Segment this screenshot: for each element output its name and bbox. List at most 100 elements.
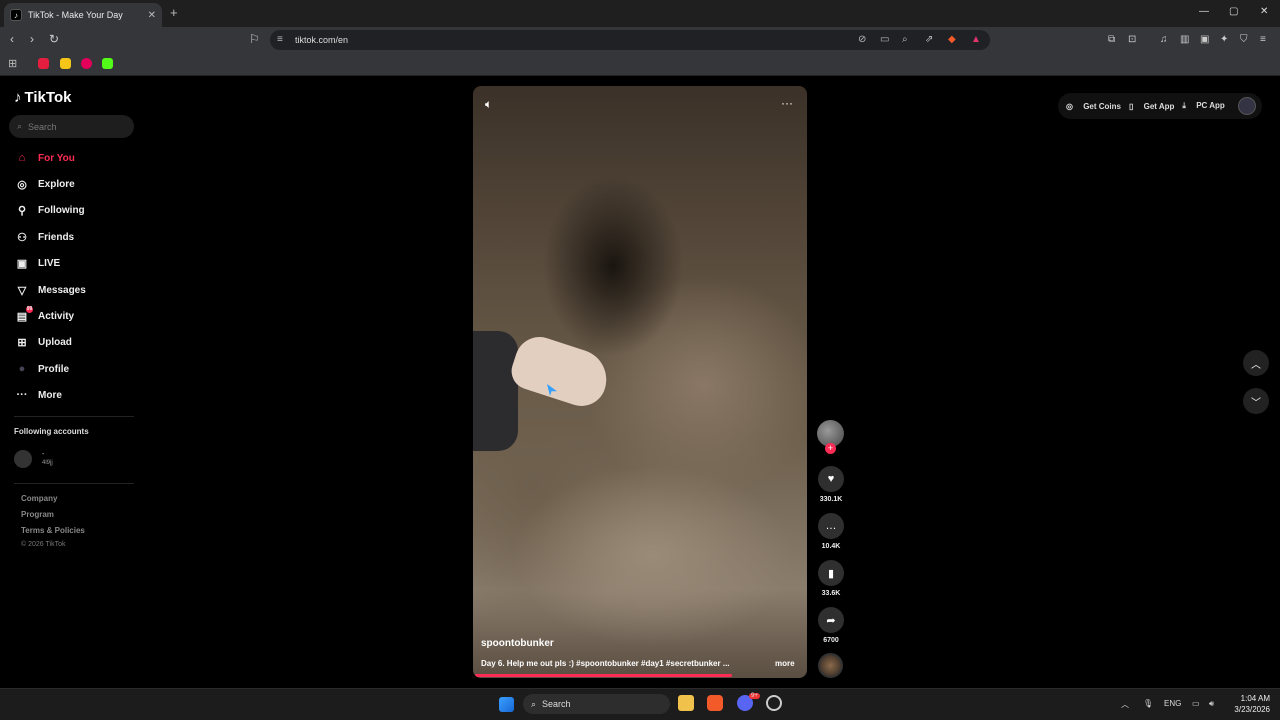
sidebar-item-messages[interactable]: ▽ Messages (14, 280, 134, 300)
following-account-avatar[interactable] (14, 450, 32, 468)
site-info-icon[interactable]: ≡ (277, 34, 283, 45)
header-actions: ◎ Get Coins ▯ Get App ⤓ PC App (1058, 93, 1262, 119)
brave-shield-icon[interactable]: ◆ (948, 34, 956, 45)
sidebar-item-profile[interactable]: ● Profile (14, 359, 134, 379)
bookmark-icon[interactable]: ⚐ (249, 32, 260, 46)
leo-ai-icon[interactable]: ✦ (1220, 34, 1228, 45)
following-account-name[interactable]: - (42, 451, 44, 458)
sidebar-item-upload[interactable]: ⊞ Upload (14, 332, 134, 352)
bookmark-save-icon[interactable]: ▮ (818, 560, 844, 586)
tab-title: TikTok - Make Your Day (28, 10, 123, 20)
microphone-icon[interactable]: 🎙︎ (1143, 699, 1153, 708)
footer-link-terms[interactable]: Terms & Policies (21, 526, 85, 535)
like-action[interactable]: ♥ 330.1K (817, 466, 845, 503)
share-count: 6700 (823, 637, 839, 644)
tab-close-icon[interactable]: ✕ (148, 10, 156, 21)
bookmark-pink-icon[interactable] (81, 58, 92, 69)
file-explorer-icon[interactable] (678, 695, 694, 711)
close-window-button[interactable]: ✕ (1260, 6, 1268, 17)
sidebar-item-live[interactable]: ▣ LIVE (14, 253, 134, 273)
apps-grid-icon[interactable]: ⊞ (8, 57, 20, 70)
menu-icon[interactable]: ≡ (1260, 34, 1266, 45)
minimize-button[interactable]: — (1199, 6, 1209, 17)
follow-plus-icon[interactable]: + (825, 443, 836, 454)
footer-link-company[interactable]: Company (21, 494, 57, 503)
brave-browser-icon[interactable] (707, 695, 723, 711)
vpn-icon[interactable]: ⛉ (1240, 34, 1248, 45)
sidebar-item-activity[interactable]: ▤ 99 Activity (14, 306, 134, 326)
bookmark-youtube-icon[interactable] (38, 58, 49, 69)
tiktok-logo[interactable]: ♪ TikTok (14, 89, 71, 106)
sidebar-item-label: For You (38, 152, 75, 164)
comment-icon[interactable]: … (818, 513, 844, 539)
video-sleeve (473, 331, 518, 451)
brave-rewards-icon[interactable]: ▲ (971, 34, 981, 45)
cast-off-icon[interactable]: ⊘ (858, 34, 866, 45)
video-progress-bar[interactable] (475, 674, 733, 677)
get-app-button[interactable]: ▯ Get App (1129, 102, 1174, 111)
forward-icon[interactable]: › (30, 32, 34, 46)
taskbar-search[interactable]: ⌕ Search (523, 694, 670, 714)
volume-icon[interactable]: 🔈︎ (485, 97, 492, 112)
sidebar-divider (14, 416, 134, 417)
search-input[interactable]: ⌕ Search (9, 115, 134, 138)
language-indicator[interactable]: ENG (1164, 699, 1181, 708)
home-icon: ⌂ (18, 152, 26, 164)
activity-icon: ▤ 99 (14, 306, 33, 324)
comment-action[interactable]: … 10.4K (817, 513, 845, 550)
caption-more-button[interactable]: more (775, 659, 795, 668)
get-coins-button[interactable]: ◎ Get Coins (1066, 102, 1121, 111)
plus-square-icon: ⊞ (17, 336, 27, 349)
windows-start-icon[interactable] (499, 697, 514, 712)
music-disc-icon[interactable] (818, 653, 843, 678)
music-icon[interactable]: ♫ (1160, 34, 1168, 45)
share-icon[interactable]: ⇗ (925, 34, 933, 45)
sidebar-item-friends[interactable]: ⚇ Friends (14, 227, 134, 247)
back-icon[interactable]: ‹ (10, 32, 14, 46)
share-arrow-icon[interactable]: ➦ (818, 607, 844, 633)
video-player[interactable]: 🔈︎ ··· spoontobunker Day 6. Help me out … (473, 86, 807, 678)
live-tv-icon: ▣ (16, 257, 28, 270)
zoom-icon[interactable]: ⌕ (902, 34, 908, 45)
sidebar-item-label: Messages (38, 284, 86, 296)
activity-badge: 99 (26, 306, 33, 313)
sidebar-item-label: Following (38, 204, 85, 216)
tray-chevron-icon[interactable]: ︿ (1121, 699, 1129, 710)
sidebar-item-more[interactable]: ··· More (14, 385, 134, 405)
taskbar-search-label: Search (542, 699, 571, 709)
sidebar-toggle-icon[interactable]: ▥ (1180, 34, 1189, 45)
video-username[interactable]: spoontobunker (481, 638, 554, 649)
bookmark-kick-icon[interactable] (102, 58, 113, 69)
clock-date: 3/23/2026 (1234, 705, 1270, 714)
extensions-icon[interactable]: ⧉ (1108, 34, 1115, 45)
sidebar-item-following[interactable]: ⚲ Following (14, 200, 134, 220)
user-avatar[interactable] (1238, 97, 1256, 115)
new-tab-button[interactable]: + (170, 5, 178, 20)
network-icon[interactable]: ▭ (1192, 699, 1200, 708)
next-video-button[interactable]: ﹀ (1243, 388, 1269, 414)
sidebar-item-label: Explore (38, 178, 75, 190)
bookmark-yellow-icon[interactable] (60, 58, 71, 69)
browser-tab[interactable]: ♪ TikTok - Make Your Day ✕ (4, 3, 162, 27)
clock-time: 1:04 AM (1240, 694, 1270, 703)
pc-app-button[interactable]: ⤓ PC App (1182, 101, 1224, 111)
save-action[interactable]: ▮ 33.6K (817, 560, 845, 597)
footer-link-program[interactable]: Program (21, 510, 54, 519)
sidebar-item-for-you[interactable]: ⌂ For You (14, 148, 134, 168)
sidebar-item-explore[interactable]: ◎ Explore (14, 174, 134, 194)
logo-text: TikTok (24, 89, 72, 106)
wallet-icon[interactable]: ▣ (1200, 34, 1209, 45)
friends-icon: ⚇ (17, 231, 27, 244)
steam-icon[interactable] (766, 695, 782, 711)
media-icon[interactable]: ▭ (880, 34, 889, 45)
reload-icon[interactable]: ↻ (49, 32, 59, 46)
heart-icon[interactable]: ♥ (818, 466, 844, 492)
profile-avatar-icon: ● (18, 363, 26, 375)
previous-video-button[interactable]: ︿ (1243, 350, 1269, 376)
taskbar-clock[interactable]: 1:04 AM 3/23/2026 (1226, 693, 1270, 715)
screenshot-icon[interactable]: ⊡ (1128, 34, 1136, 45)
volume-tray-icon[interactable]: 🔊︎ (1209, 699, 1214, 709)
share-action[interactable]: ➦ 6700 (817, 607, 845, 644)
video-options-icon[interactable]: ··· (781, 96, 793, 110)
maximize-button[interactable]: ▢ (1229, 6, 1238, 17)
